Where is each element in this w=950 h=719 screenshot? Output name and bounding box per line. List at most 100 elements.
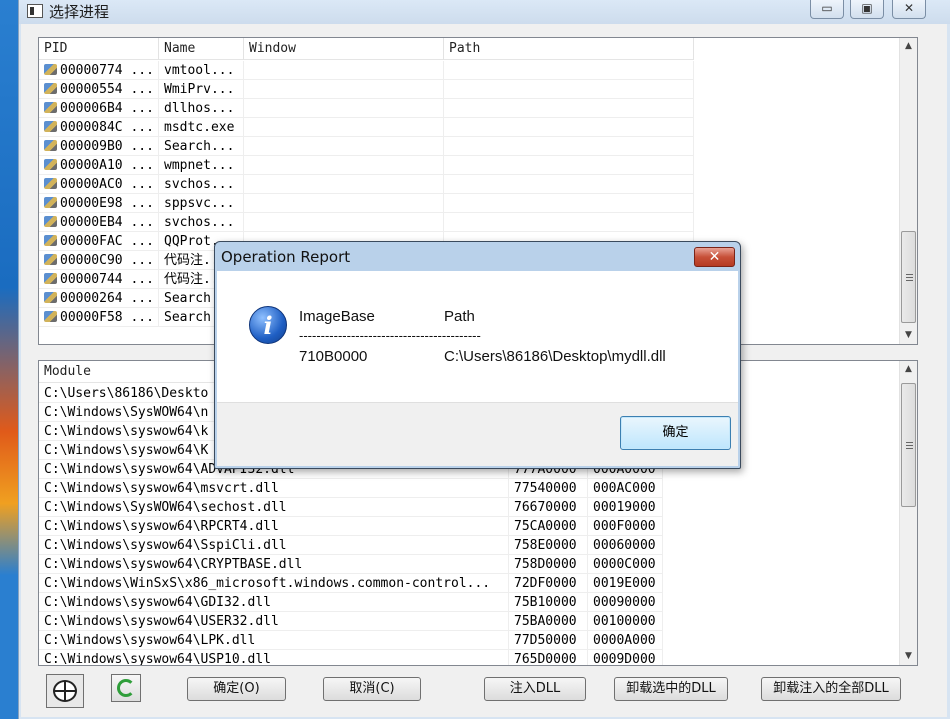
scroll-thumb[interactable] [901,231,916,323]
pid-value: 00000A10 ... [60,158,154,173]
inject-dll-button[interactable]: 注入DLL [484,677,586,701]
table-row[interactable]: 00000E98 ... sppsvc... [39,194,694,213]
pid-value: 00000264 ... [60,291,154,306]
name-cell: dllhos... [159,99,244,117]
table-row[interactable]: C:\Windows\syswow64\CRYPTBASE.dll 758D000… [39,555,663,574]
path-value: C:\Users\86186\Desktop\mydll.dll [444,348,666,365]
path-cell [444,61,694,79]
window-cell [244,61,444,79]
scroll-down-icon[interactable]: ▼ [900,327,917,344]
table-row[interactable]: 00000A10 ... wmpnet... [39,156,694,175]
target-finder-button[interactable] [46,674,84,708]
module-cell: C:\Windows\syswow64\USP10.dll [39,650,509,665]
pid-cell: 000009B0 ... [39,137,159,155]
dialog-close-button[interactable]: ✕ [694,247,735,267]
unload-selected-dll-button[interactable]: 卸载选中的DLL [614,677,728,701]
path-cell [444,213,694,231]
table-row[interactable]: 000006B4 ... dllhos... [39,99,694,118]
column-header-path[interactable]: Path [444,38,694,60]
pid-value: 00000AC0 ... [60,177,154,192]
table-row[interactable]: 000009B0 ... Search... [39,137,694,156]
module-cell: C:\Windows\syswow64\SspiCli.dll [39,536,509,554]
pid-cell: 00000264 ... [39,289,159,307]
pid-value: 00000554 ... [60,82,154,97]
scroll-up-icon[interactable]: ▲ [900,361,917,378]
window-cell [244,156,444,174]
process-list-scrollbar[interactable]: ▲ ▼ [899,38,917,344]
name-cell: Search... [159,137,244,155]
table-row[interactable]: C:\Windows\SysWOW64\sechost.dll 76670000 0… [39,498,663,517]
app-icon [27,4,43,18]
process-icon [44,216,57,227]
table-row[interactable]: C:\Windows\syswow64\msvcrt.dll 77540000 00… [39,479,663,498]
scroll-down-icon[interactable]: ▼ [900,648,917,665]
pid-value: 00000744 ... [60,272,154,287]
pid-cell: 00000A10 ... [39,156,159,174]
column-header-window[interactable]: Window [244,38,444,60]
unload-all-dll-button[interactable]: 卸载注入的全部DLL [761,677,901,701]
cancel-button[interactable]: 取消(C) [323,677,421,701]
path-cell [444,175,694,193]
close-button[interactable]: ✕ [892,0,926,19]
name-cell: vmtool... [159,61,244,79]
separator-line: ----------------------------------------… [299,328,481,343]
maximize-button[interactable]: ▣ [850,0,884,19]
ok-button[interactable]: 确定(O) [187,677,286,701]
window-cell [244,118,444,136]
module-cell: C:\Windows\WinSxS\x86_microsoft.windows.… [39,574,509,592]
process-icon [44,140,57,151]
column-header-pid[interactable]: PID [39,38,159,60]
title-bar: 选择进程 ▭ ▣ ✕ [19,0,950,24]
table-row[interactable]: C:\Windows\syswow64\SspiCli.dll 758E0000 0… [39,536,663,555]
path-cell [444,80,694,98]
size-cell: 00100000 [588,612,663,630]
pid-cell: 00000E98 ... [39,194,159,212]
name-cell: svchos... [159,213,244,231]
window-title: 选择进程 [49,3,110,21]
table-row[interactable]: 00000554 ... WmiPrv... [39,80,694,99]
module-list-scrollbar[interactable]: ▲ ▼ [899,361,917,665]
process-list-header: PID Name Window Path [39,38,694,60]
pid-value: 000009B0 ... [60,139,154,154]
size-cell: 00060000 [588,536,663,554]
dialog-button-area: 确定 [217,402,738,466]
base-cell: 758E0000 [509,536,588,554]
refresh-icon [117,679,135,697]
column-header-name[interactable]: Name [159,38,244,60]
pid-value: 00000E98 ... [60,196,154,211]
module-cell: C:\Windows\syswow64\msvcrt.dll [39,479,509,497]
imagebase-header: ImageBase [299,308,375,325]
table-row[interactable]: C:\Windows\syswow64\RPCRT4.dll 75CA0000 00… [39,517,663,536]
module-cell: C:\Windows\syswow64\LPK.dll [39,631,509,649]
table-row[interactable]: C:\Windows\syswow64\LPK.dll 77D50000 0000A… [39,631,663,650]
pid-value: 00000F58 ... [60,310,154,325]
process-icon [44,121,57,132]
imagebase-value: 710B0000 [299,348,368,365]
process-icon [44,178,57,189]
window-cell [244,194,444,212]
table-row[interactable]: 00000AC0 ... svchos... [39,175,694,194]
dialog-ok-button[interactable]: 确定 [620,416,731,450]
pid-value: 00000EB4 ... [60,215,154,230]
path-cell [444,194,694,212]
table-row[interactable]: C:\Windows\WinSxS\x86_microsoft.windows.… [39,574,663,593]
base-cell: 75BA0000 [509,612,588,630]
process-icon [44,64,57,75]
size-cell: 00090000 [588,593,663,611]
table-row[interactable]: C:\Windows\syswow64\GDI32.dll 75B10000 000… [39,593,663,612]
table-row[interactable]: 0000084C ... msdtc.exe [39,118,694,137]
scroll-thumb[interactable] [901,383,916,507]
scroll-up-icon[interactable]: ▲ [900,38,917,55]
refresh-button[interactable] [111,674,141,702]
pid-cell: 00000EB4 ... [39,213,159,231]
table-row[interactable]: 00000EB4 ... svchos... [39,213,694,232]
module-cell: C:\Windows\syswow64\USER32.dll [39,612,509,630]
table-row[interactable]: 00000774 ... vmtool... [39,61,694,80]
table-row[interactable]: C:\Windows\syswow64\USP10.dll 765D0000 000… [39,650,663,665]
pid-value: 0000084C ... [60,120,154,135]
table-row[interactable]: C:\Windows\syswow64\USER32.dll 75BA0000 00… [39,612,663,631]
path-header: Path [444,308,475,325]
minimize-button[interactable]: ▭ [810,0,844,19]
pid-cell: 00000C90 ... [39,251,159,269]
target-icon [53,680,77,702]
